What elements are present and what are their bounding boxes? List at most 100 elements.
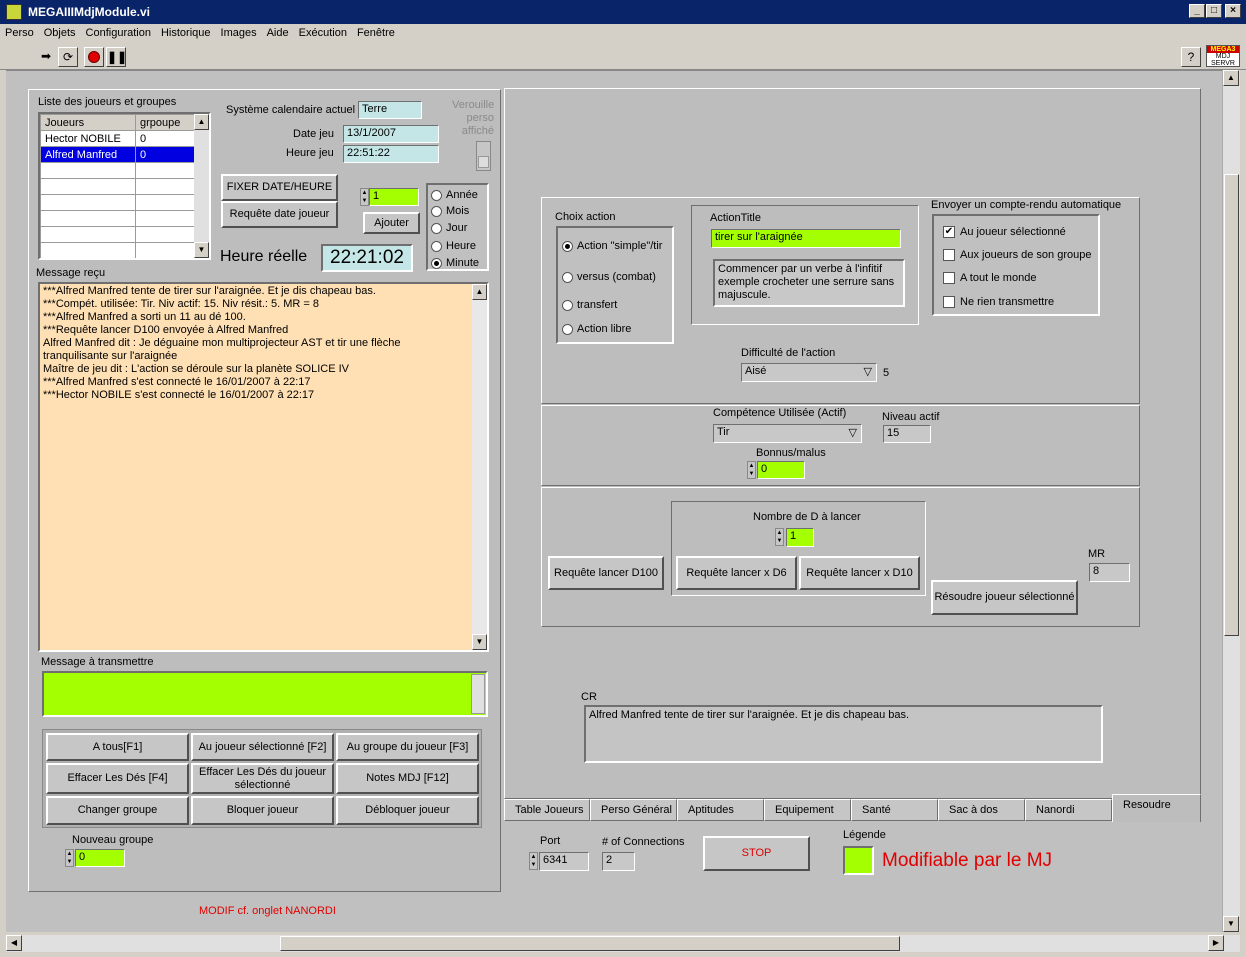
vertical-scroll-thumb[interactable] [1224,174,1239,636]
lock-toggle[interactable] [476,141,491,171]
menu-aide[interactable]: Aide [262,24,294,42]
calendar-system-field[interactable]: Terre [358,101,422,119]
radio-icon-selected[interactable] [431,257,442,269]
radio-icon[interactable] [562,323,573,335]
stop-button[interactable]: STOP [703,836,810,871]
checkbox-icon[interactable] [943,272,955,285]
table-row-selected[interactable]: Alfred Manfred 0 [40,146,195,163]
table-row[interactable] [40,242,195,258]
scroll-up-icon[interactable]: ▲ [1223,70,1239,86]
heure-jeu-field[interactable]: 22:51:22 [343,145,439,163]
port-spinner-icon[interactable]: ▲ ▼ [529,852,538,870]
checkbox-icon[interactable] [943,249,955,262]
radio-heure[interactable]: Heure [431,240,476,252]
radio-mois[interactable]: Mois [431,205,469,217]
radio-minute[interactable]: Minute [431,257,479,269]
tab-aptitudes[interactable]: Aptitudes [677,799,764,821]
report-option-group[interactable]: Aux joueurs de son groupe [943,249,1091,262]
scroll-down-icon[interactable]: ▼ [194,242,209,258]
add-spinner-icon[interactable]: ▲ ▼ [360,188,369,206]
block-player-button[interactable]: Bloquer joueur [191,796,334,825]
radio-icon-selected[interactable] [562,240,573,252]
action-title-field[interactable]: tirer sur l'araignée [711,229,901,248]
menu-historique[interactable]: Historique [156,24,216,42]
radio-transfert[interactable]: transfert [562,299,617,311]
pause-icon[interactable]: ❚❚ [106,47,127,67]
tab-equipement[interactable]: Equipement [764,799,851,821]
send-all-button[interactable]: A tous[F1] [46,733,189,761]
messages-log[interactable]: ***Alfred Manfred tente de tirer sur l'a… [38,282,489,652]
resolve-player-button[interactable]: Résoudre joueur sélectionné [931,580,1078,615]
unblock-player-button[interactable]: Débloquer joueur [336,796,479,825]
maximize-button[interactable]: □ [1206,4,1222,18]
radio-icon[interactable] [562,271,573,283]
players-scrollbar[interactable]: ▲ ▼ [194,114,209,258]
report-option-selected-player[interactable]: ✔ Au joueur sélectionné [943,226,1066,239]
send-group-button[interactable]: Au groupe du joueur [F3] [336,733,479,761]
fix-date-button[interactable]: FIXER DATE/HEURE [221,174,338,201]
dice-spinner-icon[interactable]: ▲ ▼ [775,528,784,546]
radio-versus[interactable]: versus (combat) [562,271,656,283]
radio-annee[interactable]: Année [431,189,478,201]
new-group-field[interactable]: 0 [75,849,125,867]
radio-icon[interactable] [431,189,442,201]
radio-jour[interactable]: Jour [431,222,467,234]
menu-execution[interactable]: Exécution [294,24,352,42]
report-option-none[interactable]: Ne rien transmettre [943,296,1054,309]
col-header-groupe[interactable]: grpoupe [135,114,195,131]
col-header-joueurs[interactable]: Joueurs [40,114,136,131]
abort-icon[interactable] [84,47,104,67]
request-d100-button[interactable]: Requête lancer D100 [548,556,664,590]
bonus-field[interactable]: 0 [757,461,805,479]
request-date-button[interactable]: Requête date joueur [221,201,338,228]
table-row[interactable] [40,162,195,179]
menu-fenetre[interactable]: Fenêtre [352,24,400,42]
add-button[interactable]: Ajouter [363,212,420,234]
date-jeu-field[interactable]: 13/1/2007 [343,125,439,143]
player-group[interactable]: 0 [135,146,195,163]
clear-player-dice-button[interactable]: Effacer Les Dés du joueur sélectionné [191,763,334,794]
chevron-down-icon[interactable]: ▽ [864,365,872,378]
player-group[interactable]: 0 [135,130,195,147]
checkbox-checked-icon[interactable]: ✔ [943,226,955,239]
menu-perso[interactable]: Perso [0,24,39,42]
run-continuous-icon[interactable]: ⟳ [58,47,78,67]
player-name[interactable]: Hector NOBILE [40,130,136,147]
table-row[interactable] [40,226,195,243]
menu-images[interactable]: Images [216,24,262,42]
horizontal-scrollbar[interactable]: ◀ ▶ [6,935,1240,952]
minimize-button[interactable]: _ [1189,4,1205,18]
scroll-down-icon[interactable]: ▼ [472,634,487,650]
cr-field[interactable]: Alfred Manfred tente de tirer sur l'arai… [584,705,1103,763]
table-row[interactable] [40,210,195,227]
port-field[interactable]: 6341 [539,852,589,871]
run-arrow-icon[interactable]: ➡ [36,47,56,67]
scroll-up-icon[interactable]: ▲ [472,284,487,300]
vertical-scrollbar[interactable]: ▲ ▼ [1222,70,1240,932]
radio-icon[interactable] [562,299,573,311]
players-table[interactable]: Joueurs grpoupe Hector NOBILE 0 Alfred Man… [38,112,211,260]
tab-sante[interactable]: Santé [851,799,938,821]
report-option-everyone[interactable]: A tout le monde [943,272,1036,285]
change-group-button[interactable]: Changer groupe [46,796,189,825]
help-button[interactable]: ? [1181,47,1201,67]
tab-nanordi[interactable]: Nanordi [1025,799,1112,821]
bonus-spinner-icon[interactable]: ▲ ▼ [747,461,756,479]
chevron-down-icon[interactable]: ▽ [849,426,857,439]
difficulty-dropdown[interactable]: Aisé ▽ [741,363,877,382]
notes-mdj-button[interactable]: Notes MDJ [F12] [336,763,479,794]
menu-configuration[interactable]: Configuration [81,24,156,42]
lock-toggle-knob[interactable] [478,156,489,168]
scroll-right-icon[interactable]: ▶ [1208,935,1224,951]
close-button[interactable]: × [1225,4,1241,18]
checkbox-icon[interactable] [943,296,955,309]
clear-dice-button[interactable]: Effacer Les Dés [F4] [46,763,189,794]
menu-objets[interactable]: Objets [39,24,81,42]
player-name[interactable]: Alfred Manfred [40,146,136,163]
messages-scrollbar[interactable]: ▲ ▼ [472,284,487,650]
skill-dropdown[interactable]: Tir ▽ [713,424,862,443]
tab-resoudre-active[interactable]: Resoudre [1112,794,1201,822]
tab-perso-general[interactable]: Perso Général [590,799,677,821]
table-row[interactable] [40,178,195,195]
radio-icon[interactable] [431,240,442,252]
